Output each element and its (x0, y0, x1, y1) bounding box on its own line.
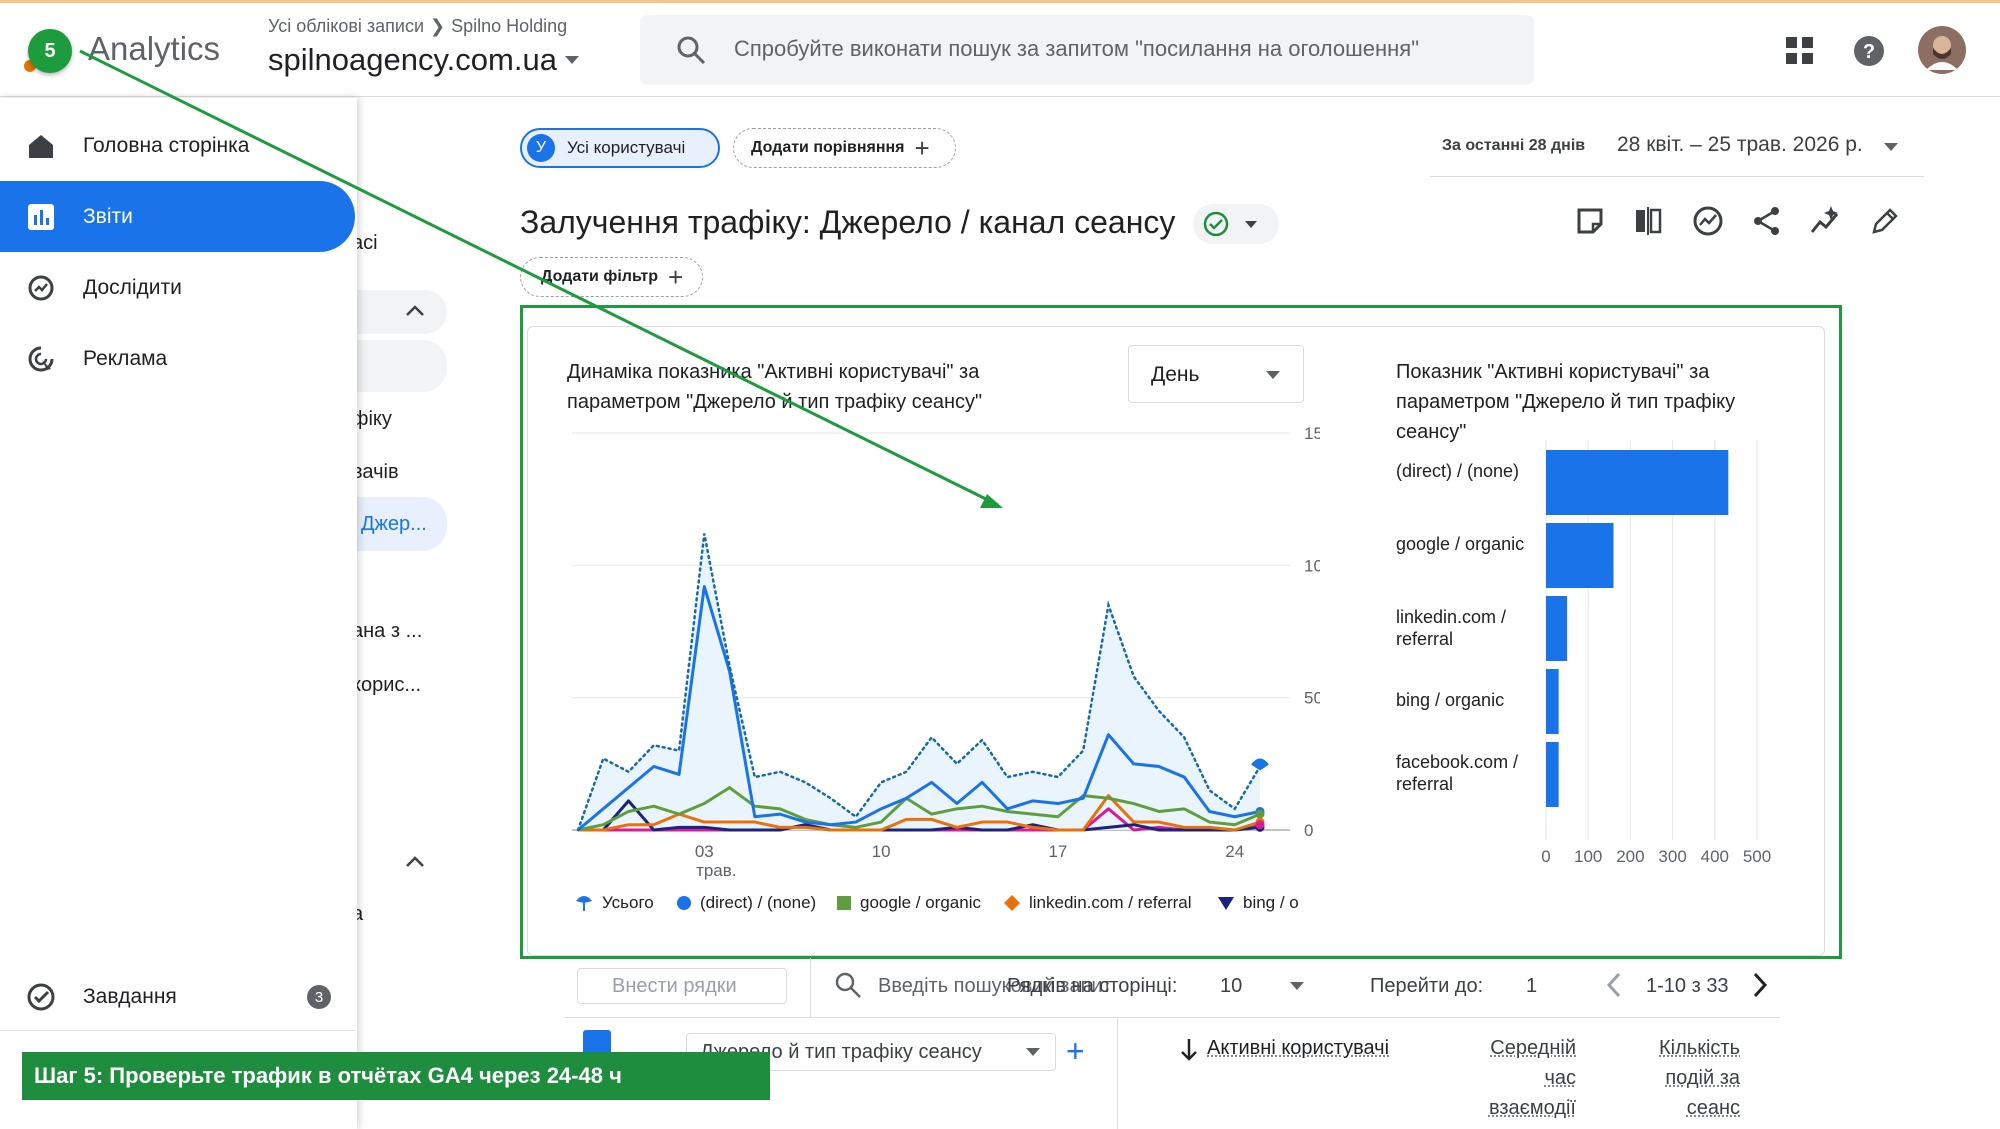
column-header-avg-time-1[interactable]: Середній (1436, 1033, 1576, 1063)
add-filter-label: Додати фільтр (541, 268, 658, 285)
prev-page-icon[interactable] (1606, 972, 1622, 998)
nav-item-advertising[interactable]: Реклама (0, 323, 355, 394)
tasks-count-badge: 3 (307, 985, 331, 1009)
column-header-active-users[interactable]: Активні користувачі (1207, 1033, 1407, 1063)
segment-badge: У (527, 134, 555, 162)
home-icon (29, 135, 53, 158)
search-input[interactable]: Спробуйте виконати пошук за запитом "пос… (734, 36, 1419, 62)
table-search-icon (834, 971, 862, 999)
dropdown-arrow-icon[interactable] (1290, 982, 1304, 990)
account-avatar[interactable] (1918, 26, 1966, 74)
add-comparison-label: Додати порівняння (751, 139, 905, 156)
annotation-highlight-box (520, 305, 1842, 959)
share-icon[interactable] (1750, 204, 1784, 238)
nav-item-label: Дослідити (83, 275, 182, 299)
nav-item-label: Реклама (83, 346, 168, 370)
add-comparison-button[interactable]: Додати порівняння + (733, 128, 956, 168)
next-page-icon[interactable] (1752, 972, 1768, 998)
advertising-icon (28, 346, 54, 372)
check-circle-icon (1203, 211, 1229, 237)
edit-pencil-icon[interactable] (1868, 204, 1902, 238)
nav-item-explore[interactable]: Дослідити (0, 252, 355, 323)
plus-icon: + (914, 133, 930, 163)
segment-label: Усі користувачі (567, 138, 686, 157)
dropdown-arrow-icon (1245, 220, 1257, 228)
toolbar-divider (1430, 176, 1924, 177)
dropdown-arrow-icon (564, 56, 579, 64)
nav-item-tasks[interactable]: Завдання (0, 961, 355, 1032)
sort-arrow-down-icon[interactable] (1179, 1037, 1199, 1061)
column-header-avg-time-3[interactable]: взаємодії (1436, 1093, 1576, 1123)
product-name: Analytics (88, 30, 221, 67)
column-header-events-2[interactable]: подій за (1600, 1063, 1740, 1093)
nav-item-label: Завдання (83, 984, 177, 1008)
report-nav-item[interactable]: корис... (352, 674, 421, 697)
drawer-divider (0, 1030, 355, 1031)
explore-icon (28, 275, 54, 301)
breadcrumb-property[interactable]: Spilno Holding (451, 16, 567, 37)
nav-item-reports[interactable]: Звіти (0, 181, 355, 252)
rows-per-page-select[interactable]: 10 (1220, 975, 1242, 998)
help-icon[interactable]: ? (1853, 35, 1885, 67)
plus-icon: + (667, 262, 684, 292)
date-range-dropdown-icon[interactable] (1884, 143, 1898, 151)
reports-icon (28, 204, 54, 230)
table-column-divider (1117, 1017, 1118, 1129)
step-instruction-banner: Шаг 5: Проверьте трафик в отчётах GA4 че… (22, 1052, 770, 1100)
property-name: spilnoagency.com.ua (268, 42, 557, 77)
property-selector[interactable]: spilnoagency.com.ua (268, 42, 579, 78)
rows-per-page-label: Рядків на сторінці: (1007, 975, 1178, 997)
segment-chip-all-users[interactable]: У Усі користувачі (520, 128, 720, 168)
goto-page-input[interactable]: 1 (1526, 975, 1537, 998)
column-header-events-3[interactable]: сеанс (1600, 1093, 1740, 1123)
dropdown-arrow-icon (1026, 1048, 1040, 1056)
breadcrumb-account[interactable]: Усі облікові записи (268, 16, 424, 37)
report-nav-item-active-label: Джер... (361, 513, 427, 535)
table-divider (810, 958, 811, 1018)
compare-icon[interactable] (1632, 204, 1666, 238)
chevron-right-icon: ❯ (430, 16, 446, 36)
chevron-up-icon[interactable] (406, 855, 424, 867)
pagination-range: 1-10 з 33 (1646, 975, 1729, 997)
report-nav-item[interactable]: ана з ... (352, 620, 422, 643)
sparkle-trend-icon[interactable] (1809, 204, 1843, 238)
tasks-check-icon (27, 983, 55, 1011)
step-number-badge: 5 (28, 29, 72, 73)
add-dimension-plus-icon[interactable]: + (1066, 1035, 1085, 1067)
report-nav-item-selected-bg (355, 340, 447, 392)
report-nav-section-header[interactable] (355, 290, 447, 334)
table-header-divider (565, 1017, 1780, 1018)
add-filter-button[interactable]: Додати фільтр + (520, 257, 703, 297)
page-title: Залучення трафіку: Джерело / канал сеанс… (520, 204, 1176, 240)
column-header-avg-time-2[interactable]: час (1436, 1063, 1576, 1093)
report-status-chip[interactable] (1193, 204, 1279, 244)
report-nav-item[interactable]: фіку (352, 408, 392, 431)
date-range-picker[interactable]: 28 квіт. – 25 трав. 2026 р. (1617, 133, 1863, 157)
goto-label: Перейти до: (1370, 975, 1484, 997)
report-nav-item[interactable]: вачів (352, 461, 399, 484)
note-icon[interactable] (1573, 204, 1607, 238)
chevron-up-icon[interactable] (406, 304, 424, 316)
svg-text:?: ? (1863, 41, 1875, 63)
nav-item-label: Звіти (83, 204, 133, 228)
apps-grid-icon[interactable] (1786, 37, 1814, 65)
search-icon (676, 35, 706, 65)
insights-icon[interactable] (1691, 204, 1725, 238)
column-header-events-1[interactable]: Кількість (1600, 1033, 1740, 1063)
nav-item-label: Головна сторінка (83, 133, 250, 157)
breadcrumb[interactable]: Усі облікові записи ❯ Spilno Holding (268, 16, 567, 37)
enter-rows-placeholder: Внести рядки (612, 975, 737, 997)
date-range-label: За останні 28 днів (1442, 137, 1586, 154)
nav-item-home[interactable]: Головна сторінка (0, 110, 355, 181)
